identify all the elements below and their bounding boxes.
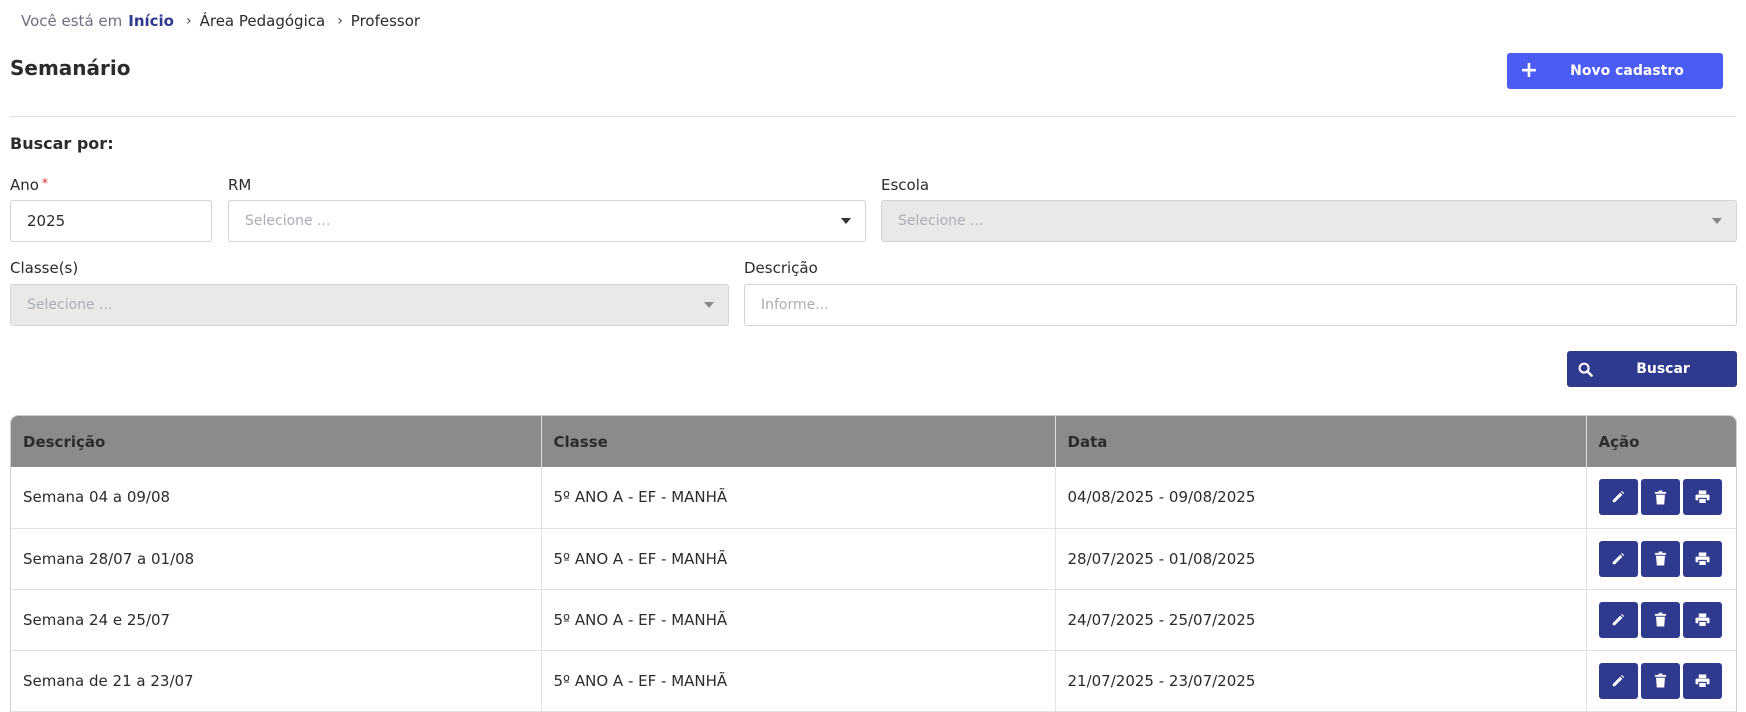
delete-button[interactable]	[1640, 479, 1680, 516]
table-row: Semana 04 a 09/08 5º ANO A - EF - MANHÃ …	[11, 467, 1736, 528]
ano-label-text: Ano	[10, 176, 39, 194]
edit-button[interactable]	[1598, 540, 1638, 577]
trash-icon	[1654, 612, 1666, 627]
cell-descricao: Semana de 21 a 23/07	[11, 650, 542, 711]
escola-select[interactable]: Selecione ...	[881, 200, 1737, 242]
column-header-descricao[interactable]: Descrição	[11, 416, 542, 467]
trash-icon	[1654, 551, 1666, 566]
print-button[interactable]	[1682, 479, 1722, 516]
page-title: Semanário	[10, 56, 131, 80]
table-header-row: Descrição Classe Data Ação	[11, 416, 1736, 467]
rm-label: RM	[228, 176, 252, 194]
classes-select-placeholder: Selecione ...	[27, 297, 113, 313]
plus-icon: +	[1519, 58, 1539, 83]
table-row: Semana de 21 a 23/07 5º ANO A - EF - MAN…	[11, 650, 1736, 711]
required-indicator: *	[41, 176, 48, 190]
cell-descricao: Semana 24 e 25/07	[11, 589, 542, 650]
cell-classe: 5º ANO A - EF - MANHÃ	[541, 528, 1056, 589]
caret-down-icon	[704, 302, 714, 308]
column-header-classe[interactable]: Classe	[541, 416, 1056, 467]
delete-button[interactable]	[1640, 662, 1680, 699]
table-row: Semana 24 e 25/07 5º ANO A - EF - MANHÃ …	[11, 589, 1736, 650]
rm-select-placeholder: Selecione ...	[245, 213, 331, 229]
divider	[10, 116, 1736, 117]
edit-button[interactable]	[1598, 479, 1638, 516]
pencil-icon	[1612, 491, 1625, 503]
printer-icon	[1695, 673, 1709, 688]
escola-select-placeholder: Selecione ...	[898, 213, 984, 229]
delete-button[interactable]	[1640, 540, 1680, 577]
breadcrumb-item-professor[interactable]: Professor	[351, 12, 420, 30]
cell-data: 24/07/2025 - 25/07/2025	[1055, 589, 1587, 650]
search-icon	[1567, 362, 1603, 377]
delete-button[interactable]	[1640, 601, 1680, 638]
ano-input-value: 2025	[27, 212, 66, 230]
print-button[interactable]	[1682, 601, 1722, 638]
chevron-right-icon: ›	[186, 13, 192, 29]
pencil-icon	[1612, 674, 1625, 686]
escola-label: Escola	[881, 176, 930, 194]
search-button[interactable]: Buscar	[1567, 351, 1737, 387]
descricao-input-placeholder: Informe...	[761, 297, 829, 313]
breadcrumb: Você está em Início › Área Pedagógica › …	[21, 11, 420, 31]
printer-icon	[1695, 551, 1709, 566]
new-record-button[interactable]: + Novo cadastro	[1507, 53, 1723, 89]
printer-icon	[1695, 612, 1709, 627]
rm-select[interactable]: Selecione ...	[228, 200, 866, 242]
ano-input[interactable]: 2025	[10, 200, 212, 242]
printer-icon	[1695, 490, 1709, 505]
cell-data: 04/08/2025 - 09/08/2025	[1055, 467, 1587, 528]
cell-descricao: Semana 04 a 09/08	[11, 467, 542, 528]
caret-down-icon	[841, 218, 851, 224]
classes-label: Classe(s)	[10, 259, 79, 277]
print-button[interactable]	[1682, 540, 1722, 577]
descricao-label: Descrição	[744, 259, 818, 277]
pencil-icon	[1612, 552, 1625, 564]
column-header-acao: Ação	[1598, 432, 1640, 451]
breadcrumb-item-area-pedagogica[interactable]: Área Pedagógica	[200, 12, 326, 30]
new-record-button-label: Novo cadastro	[1570, 63, 1684, 79]
cell-acoes	[1586, 650, 1736, 711]
cell-descricao: Semana 28/07 a 01/08	[11, 528, 542, 589]
cell-data: 28/07/2025 - 01/08/2025	[1055, 528, 1587, 589]
ano-label: Ano *	[10, 176, 48, 194]
cell-classe: 5º ANO A - EF - MANHÃ	[541, 467, 1056, 528]
caret-down-icon	[1712, 218, 1722, 224]
breadcrumb-prefix: Você está em	[21, 12, 123, 30]
chevron-right-icon: ›	[337, 13, 343, 29]
edit-button[interactable]	[1598, 601, 1638, 638]
cell-data: 21/07/2025 - 23/07/2025	[1055, 650, 1587, 711]
cell-acoes	[1586, 528, 1736, 589]
print-button[interactable]	[1682, 662, 1722, 699]
cell-classe: 5º ANO A - EF - MANHÃ	[541, 650, 1056, 711]
search-heading: Buscar por:	[10, 134, 114, 153]
column-header-data[interactable]: Data	[1055, 416, 1587, 467]
trash-icon	[1654, 490, 1666, 505]
results-table: Descrição Classe Data Ação Semana 04 a 0…	[10, 415, 1737, 712]
pencil-icon	[1612, 613, 1625, 625]
breadcrumb-home-link[interactable]: Início	[128, 12, 174, 30]
cell-acoes	[1586, 467, 1736, 528]
cell-classe: 5º ANO A - EF - MANHÃ	[541, 589, 1056, 650]
trash-icon	[1654, 673, 1666, 688]
descricao-input[interactable]: Informe...	[744, 284, 1737, 326]
table-row: Semana 28/07 a 01/08 5º ANO A - EF - MAN…	[11, 528, 1736, 589]
classes-select[interactable]: Selecione ...	[10, 284, 729, 326]
cell-acoes	[1586, 589, 1736, 650]
edit-button[interactable]	[1598, 662, 1638, 699]
search-button-label: Buscar	[1636, 361, 1690, 377]
